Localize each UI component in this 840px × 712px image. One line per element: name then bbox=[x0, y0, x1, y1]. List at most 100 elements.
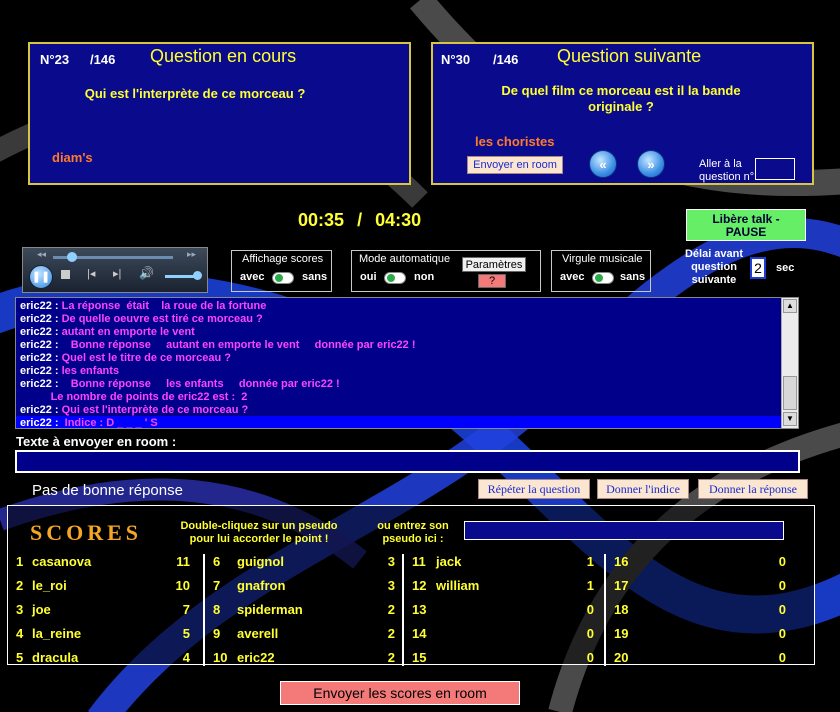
score-row[interactable]: 5 dracula 4 bbox=[16, 646, 198, 670]
scores-hint-line1: Double-cliquez sur un pseudo bbox=[180, 520, 338, 532]
score-row[interactable]: 10 eric22 2 bbox=[213, 646, 403, 670]
score-name: gnafron bbox=[237, 578, 286, 593]
next-question-button[interactable]: » bbox=[637, 150, 665, 178]
chat-user: eric22 : bbox=[20, 300, 59, 312]
chat-line: eric22 : Quel est le titre de ce morceau… bbox=[20, 352, 780, 365]
score-name: averell bbox=[237, 626, 279, 641]
score-rank: 8 bbox=[213, 602, 221, 617]
score-column-divider bbox=[604, 554, 606, 666]
score-rank: 5 bbox=[16, 650, 24, 665]
score-name: eric22 bbox=[237, 650, 275, 665]
pseudo-input[interactable] bbox=[464, 521, 784, 540]
chat-line: Le nombre de points de eric22 est : 2 bbox=[20, 391, 780, 404]
score-column-divider bbox=[402, 554, 404, 666]
forward-small-icon[interactable]: ▸▸ bbox=[187, 249, 196, 260]
give-answer-button[interactable]: Donner la réponse bbox=[698, 479, 808, 499]
score-points: 2 bbox=[387, 602, 395, 617]
chat-user: eric22 : bbox=[20, 326, 59, 338]
repeat-question-button[interactable]: Répéter la question bbox=[478, 479, 590, 499]
previous-question-button[interactable]: « bbox=[589, 150, 617, 178]
score-name: joe bbox=[32, 602, 51, 617]
pause-icon: ❚❚ bbox=[31, 271, 51, 283]
score-points: 0 bbox=[778, 602, 786, 617]
score-row[interactable]: 2 le_roi 10 bbox=[16, 574, 198, 598]
score-name: dracula bbox=[32, 650, 79, 665]
scroll-up-icon[interactable]: ▲ bbox=[783, 299, 797, 313]
goto-question-input[interactable] bbox=[755, 158, 795, 180]
auto-mode-toggle[interactable] bbox=[384, 272, 406, 284]
score-name: casanova bbox=[32, 554, 92, 569]
parameters-button[interactable]: Paramètres bbox=[462, 257, 526, 272]
score-points: 0 bbox=[778, 650, 786, 665]
score-row[interactable]: 13 0 bbox=[412, 598, 602, 622]
chat-message: La réponse était la roue de la fortune bbox=[61, 300, 267, 312]
score-rank: 13 bbox=[412, 602, 427, 617]
scores-toggle[interactable] bbox=[272, 272, 294, 284]
give-hint-button[interactable]: Donner l'indice bbox=[597, 479, 689, 499]
send-to-room-button[interactable]: Envoyer en room bbox=[467, 156, 563, 174]
score-name: le_roi bbox=[32, 578, 67, 593]
send-scores-button[interactable]: Envoyer les scores en room bbox=[280, 681, 520, 705]
rewind-small-icon[interactable]: ◂◂ bbox=[37, 249, 46, 260]
score-row[interactable]: 11 jack 1 bbox=[412, 550, 602, 574]
scroll-down-icon[interactable]: ▼ bbox=[783, 412, 797, 426]
chat-log[interactable]: eric22 : La réponse était la roue de la … bbox=[15, 297, 799, 429]
next-question-title: Question suivante bbox=[557, 46, 702, 66]
score-row[interactable]: 16 0 bbox=[614, 550, 794, 574]
volume-handle[interactable] bbox=[193, 271, 202, 280]
chat-scrollbar[interactable]: ▲ ▼ bbox=[781, 298, 798, 428]
chat-line: eric22 : Bonne réponse autant en emporte… bbox=[20, 339, 780, 352]
score-row[interactable]: 12 william 1 bbox=[412, 574, 602, 598]
score-rank: 16 bbox=[614, 554, 629, 569]
score-rank: 3 bbox=[16, 602, 24, 617]
timer-total: 04:30 bbox=[375, 210, 422, 230]
jingle-toggle[interactable] bbox=[592, 272, 614, 284]
score-row[interactable]: 20 0 bbox=[614, 646, 794, 670]
jingle-title: Virgule musicale bbox=[562, 253, 643, 265]
score-row[interactable]: 18 0 bbox=[614, 598, 794, 622]
score-column: 16 0 17 0 18 0 19 0 20 0 bbox=[614, 550, 794, 670]
media-player: ◂◂ ▸▸ ❚❚ |◂ ▸| 🔊 bbox=[22, 247, 208, 293]
timer-separator: / bbox=[357, 210, 363, 230]
score-points: 0 bbox=[586, 602, 594, 617]
score-rank: 10 bbox=[213, 650, 228, 665]
score-row[interactable]: 7 gnafron 3 bbox=[213, 574, 403, 598]
score-row[interactable]: 15 0 bbox=[412, 646, 602, 670]
chat-message: Bonne réponse autant en emporte le vent … bbox=[61, 339, 416, 351]
chat-line: eric22 : De quelle oeuvre est tiré ce mo… bbox=[20, 313, 780, 326]
score-row[interactable]: 19 0 bbox=[614, 622, 794, 646]
score-row[interactable]: 9 averell 2 bbox=[213, 622, 403, 646]
send-text-input[interactable] bbox=[15, 450, 800, 473]
help-button[interactable]: ? bbox=[478, 274, 506, 288]
score-row[interactable]: 6 guignol 3 bbox=[213, 550, 403, 574]
next-question-text-line1: De quel film ce morceau est il la bande bbox=[501, 83, 741, 98]
score-rank: 4 bbox=[16, 626, 24, 641]
pause-button[interactable]: ❚❚ bbox=[29, 265, 53, 289]
seek-handle[interactable] bbox=[67, 252, 77, 262]
talk-pause-button[interactable]: Libère talk - PAUSE bbox=[686, 209, 806, 241]
score-row[interactable]: 1 casanova 11 bbox=[16, 550, 198, 574]
volume-icon[interactable]: 🔊 bbox=[139, 266, 154, 280]
next-question-panel: N°30 /146 Question suivante De quel film… bbox=[431, 42, 814, 185]
score-name: spiderman bbox=[237, 602, 303, 617]
score-row[interactable]: 17 0 bbox=[614, 574, 794, 598]
next-question-number: N°30 bbox=[441, 52, 471, 67]
current-question-total: /146 bbox=[90, 52, 116, 67]
delay-label-line3: suivante bbox=[691, 274, 737, 286]
score-row[interactable]: 4 la_reine 5 bbox=[16, 622, 198, 646]
scroll-thumb[interactable] bbox=[783, 376, 797, 410]
score-column: 11 jack 1 12 william 1 13 0 14 0 15 0 bbox=[412, 550, 602, 670]
stop-icon[interactable] bbox=[61, 270, 70, 279]
pseudo-label: ou entrez son pseudo ici : bbox=[368, 520, 458, 546]
delay-input[interactable]: 2 bbox=[750, 257, 766, 279]
score-row[interactable]: 8 spiderman 2 bbox=[213, 598, 403, 622]
score-row[interactable]: 14 0 bbox=[412, 622, 602, 646]
score-points: 0 bbox=[778, 554, 786, 569]
score-row[interactable]: 3 joe 7 bbox=[16, 598, 198, 622]
score-rank: 15 bbox=[412, 650, 427, 665]
scores-on-label: avec bbox=[240, 271, 265, 283]
scores-hint-line2: pour lui accorder le point ! bbox=[189, 533, 329, 545]
next-track-icon[interactable]: ▸| bbox=[113, 267, 121, 280]
previous-track-icon[interactable]: |◂ bbox=[87, 267, 95, 280]
score-rank: 9 bbox=[213, 626, 221, 641]
